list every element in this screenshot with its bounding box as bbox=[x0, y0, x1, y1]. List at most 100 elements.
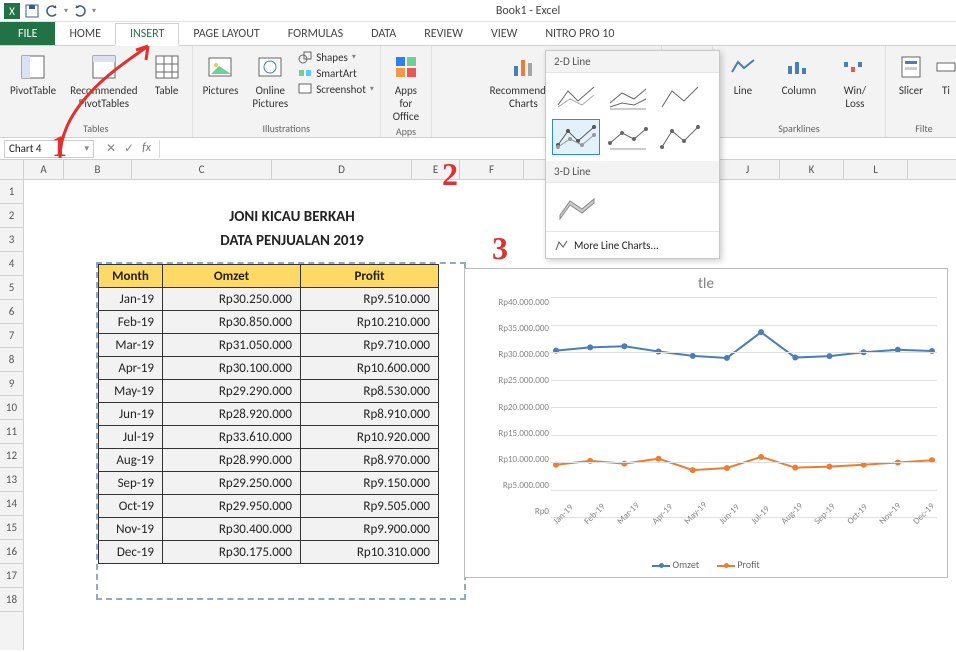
line-2d-markers-1[interactable] bbox=[552, 119, 600, 155]
table-cell[interactable]: Rp9.505.000 bbox=[301, 495, 439, 518]
line-3d-type-1[interactable] bbox=[552, 189, 600, 225]
row-header[interactable]: 3 bbox=[0, 228, 23, 252]
spark-column-button[interactable]: Column bbox=[775, 50, 823, 112]
column-header[interactable]: D bbox=[272, 160, 412, 179]
spark-winloss-button[interactable]: Win/ Loss bbox=[831, 50, 879, 112]
row-header[interactable]: 16 bbox=[0, 540, 23, 564]
undo-dropdown-icon[interactable]: ▾ bbox=[64, 6, 68, 16]
table-cell[interactable]: Rp28.990.000 bbox=[163, 449, 301, 472]
line-2d-markers-2[interactable] bbox=[604, 119, 652, 155]
table-cell[interactable]: Rp30.250.000 bbox=[163, 288, 301, 311]
screenshot-button[interactable]: Screenshot▾ bbox=[298, 82, 374, 96]
column-header[interactable]: L bbox=[844, 160, 908, 179]
chevron-down-icon[interactable]: ▾ bbox=[84, 143, 89, 154]
table-cell[interactable]: Rp29.950.000 bbox=[163, 495, 301, 518]
table-cell[interactable]: Rp9.710.000 bbox=[301, 334, 439, 357]
table-cell[interactable]: Rp31.050.000 bbox=[163, 334, 301, 357]
table-cell[interactable]: Nov-19 bbox=[99, 518, 163, 541]
row-header[interactable]: 1 bbox=[0, 180, 23, 204]
row-header[interactable]: 11 bbox=[0, 420, 23, 444]
select-all-corner[interactable] bbox=[0, 160, 23, 180]
line-2d-markers-3[interactable] bbox=[656, 119, 704, 155]
tab-home[interactable]: HOME bbox=[55, 22, 115, 45]
row-header[interactable]: 9 bbox=[0, 372, 23, 396]
row-header[interactable]: 2 bbox=[0, 204, 23, 228]
row-header[interactable]: 5 bbox=[0, 276, 23, 300]
table-cell[interactable]: Jun-19 bbox=[99, 403, 163, 426]
tab-page-layout[interactable]: PAGE LAYOUT bbox=[179, 22, 273, 45]
recommended-pivottables-button[interactable]: Recommended PivotTables bbox=[66, 50, 141, 112]
table-cell[interactable]: Jul-19 bbox=[99, 426, 163, 449]
pictures-button[interactable]: Pictures bbox=[199, 50, 243, 99]
column-header[interactable]: F bbox=[460, 160, 524, 179]
tab-view[interactable]: VIEW bbox=[477, 22, 531, 45]
table-cell[interactable]: Rp10.920.000 bbox=[301, 426, 439, 449]
redo-icon[interactable] bbox=[72, 3, 88, 19]
table-cell[interactable]: Rp8.910.000 bbox=[301, 403, 439, 426]
table-cell[interactable]: Feb-19 bbox=[99, 311, 163, 334]
table-cell[interactable]: Rp30.100.000 bbox=[163, 357, 301, 380]
row-header[interactable]: 17 bbox=[0, 564, 23, 588]
table-button[interactable]: Table bbox=[148, 50, 186, 99]
table-cell[interactable]: Rp9.150.000 bbox=[301, 472, 439, 495]
tab-data[interactable]: DATA bbox=[357, 22, 410, 45]
table-cell[interactable]: Aug-19 bbox=[99, 449, 163, 472]
row-header[interactable]: 14 bbox=[0, 492, 23, 516]
apps-for-office-button[interactable]: Apps for Office bbox=[387, 50, 425, 125]
table-cell[interactable]: Rp9.510.000 bbox=[301, 288, 439, 311]
line-2d-type-1[interactable] bbox=[552, 79, 600, 115]
table-cell[interactable]: Rp29.250.000 bbox=[163, 472, 301, 495]
table-cell[interactable]: Rp8.530.000 bbox=[301, 380, 439, 403]
name-box[interactable]: Chart 4 ▾ bbox=[4, 140, 94, 158]
shapes-button[interactable]: Shapes▾ bbox=[298, 50, 374, 64]
row-header[interactable]: 8 bbox=[0, 348, 23, 372]
row-header[interactable]: 4 bbox=[0, 252, 23, 276]
table-cell[interactable]: Rp9.900.000 bbox=[301, 518, 439, 541]
line-2d-type-3[interactable] bbox=[656, 79, 704, 115]
table-cell[interactable]: Rp30.175.000 bbox=[163, 541, 301, 564]
slicer-button[interactable]: Slicer bbox=[892, 50, 930, 99]
table-cell[interactable]: Jan-19 bbox=[99, 288, 163, 311]
smartart-button[interactable]: SmartArt bbox=[298, 66, 374, 80]
more-line-charts[interactable]: More Line Charts... bbox=[546, 231, 719, 258]
table-cell[interactable]: Rp29.290.000 bbox=[163, 380, 301, 403]
table-cell[interactable]: Rp33.610.000 bbox=[163, 426, 301, 449]
column-header[interactable]: J bbox=[716, 160, 780, 179]
table-cell[interactable]: Rp8.970.000 bbox=[301, 449, 439, 472]
save-icon[interactable] bbox=[24, 3, 40, 19]
row-header[interactable]: 13 bbox=[0, 468, 23, 492]
column-header[interactable]: A bbox=[24, 160, 64, 179]
fx-icon[interactable]: fx bbox=[142, 141, 151, 156]
enter-icon[interactable]: ✓ bbox=[124, 141, 134, 156]
cancel-icon[interactable]: ✕ bbox=[106, 141, 116, 156]
table-cell[interactable]: Oct-19 bbox=[99, 495, 163, 518]
line-2d-type-2[interactable] bbox=[604, 79, 652, 115]
table-cell[interactable]: Dec-19 bbox=[99, 541, 163, 564]
column-header[interactable]: B bbox=[64, 160, 132, 179]
table-cell[interactable]: Rp10.310.000 bbox=[301, 541, 439, 564]
chart-title[interactable]: tle bbox=[465, 269, 947, 295]
table-cell[interactable]: Rp10.210.000 bbox=[301, 311, 439, 334]
table-cell[interactable]: Sep-19 bbox=[99, 472, 163, 495]
online-pictures-button[interactable]: Online Pictures bbox=[248, 50, 292, 112]
timeline-button[interactable]: Ti bbox=[936, 50, 956, 99]
table-cell[interactable]: Rp30.400.000 bbox=[163, 518, 301, 541]
table-cell[interactable]: Apr-19 bbox=[99, 357, 163, 380]
redo-dropdown-icon[interactable]: ▾ bbox=[92, 6, 96, 16]
table-cell[interactable]: Rp30.850.000 bbox=[163, 311, 301, 334]
row-header[interactable]: 7 bbox=[0, 324, 23, 348]
column-header[interactable]: C bbox=[132, 160, 272, 179]
undo-icon[interactable] bbox=[44, 3, 60, 19]
row-header[interactable]: 15 bbox=[0, 516, 23, 540]
tab-file[interactable]: FILE bbox=[0, 22, 55, 45]
table-cell[interactable]: Rp28.920.000 bbox=[163, 403, 301, 426]
tab-formulas[interactable]: FORMULAS bbox=[274, 22, 357, 45]
row-header[interactable]: 10 bbox=[0, 396, 23, 420]
column-header[interactable]: E bbox=[412, 160, 460, 179]
table-cell[interactable]: Rp10.600.000 bbox=[301, 357, 439, 380]
column-header[interactable]: K bbox=[780, 160, 844, 179]
tab-nitro[interactable]: NITRO PRO 10 bbox=[531, 22, 628, 45]
row-header[interactable]: 6 bbox=[0, 300, 23, 324]
tab-insert[interactable]: INSERT bbox=[115, 23, 179, 46]
pivottable-button[interactable]: PivotTable bbox=[6, 50, 60, 99]
